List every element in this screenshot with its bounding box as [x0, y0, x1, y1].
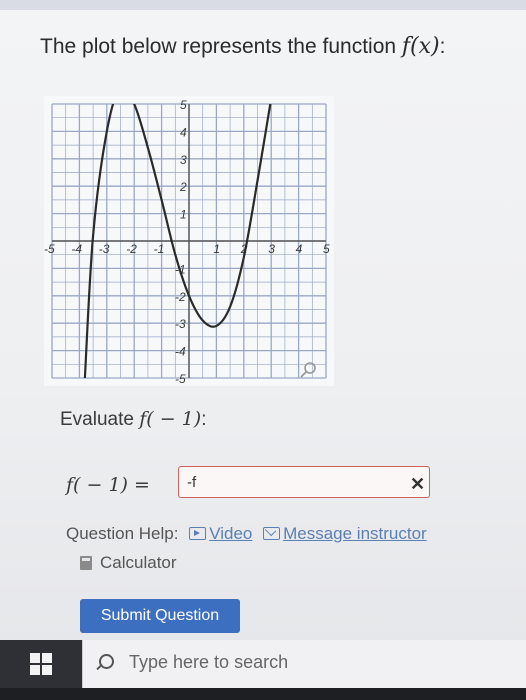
video-link[interactable]: Video — [209, 524, 252, 543]
function-plot: -5 -4 -3 -2 -1 1 2 3 4 5 5 4 3 2 1 -1 -2 -3 -4 -5 — [44, 96, 334, 386]
x-tick-label: -4 — [71, 242, 82, 256]
windows-taskbar: Type here to search — [0, 640, 526, 700]
help-label: Question Help: — [66, 524, 179, 543]
x-tick-label: -2 — [126, 242, 137, 256]
prompt-function: f(x) — [401, 34, 440, 59]
y-tick-label: 3 — [180, 153, 187, 167]
x-tick-label: 4 — [296, 242, 303, 256]
y-tick-label: -2 — [175, 290, 186, 304]
x-tick-label: -1 — [154, 242, 165, 256]
y-tick-label: 5 — [180, 98, 187, 112]
x-tick-label: 5 — [323, 242, 330, 256]
y-tick-label: 1 — [180, 208, 187, 222]
answer-input[interactable] — [178, 466, 430, 498]
search-icon — [99, 654, 114, 669]
evaluate-colon: : — [201, 409, 207, 430]
prompt-colon: : — [439, 35, 446, 58]
answer-expression: f( − 1) = — [66, 474, 150, 496]
y-tick-label: 4 — [180, 125, 187, 139]
taskbar-bottom-edge — [0, 688, 526, 700]
browser-content: The plot below represents the function f… — [0, 0, 526, 640]
submit-question-button[interactable]: Submit Question — [80, 599, 240, 633]
windows-logo-icon — [30, 653, 52, 675]
y-tick-label: 2 — [179, 180, 187, 194]
message-instructor-link[interactable]: Message instructor — [283, 524, 427, 543]
x-tick-label: -3 — [99, 242, 110, 256]
taskbar-search[interactable]: Type here to search — [82, 640, 526, 688]
calculator-label: Calculator — [100, 553, 177, 572]
question-help: Question Help: Video Message instructor — [66, 524, 427, 544]
start-button[interactable] — [0, 640, 82, 688]
top-strip — [0, 0, 526, 10]
plot-svg: -5 -4 -3 -2 -1 1 2 3 4 554321-1-2-3-4-5 — [44, 96, 334, 386]
x-tick-label: 1 — [213, 242, 220, 256]
question-prompt: The plot below represents the function f… — [40, 34, 510, 59]
answer-label: f( − 1) = — [66, 474, 150, 496]
y-tick-label: -4 — [175, 345, 186, 359]
x-tick-label: 3 — [268, 242, 275, 256]
evaluate-label: Evaluate — [60, 409, 140, 430]
search-placeholder: Type here to search — [129, 652, 289, 672]
clear-answer-icon[interactable]: ✕ — [410, 474, 425, 495]
x-tick-label: -5 — [44, 242, 55, 256]
evaluate-prompt: Evaluate f( − 1): — [60, 408, 206, 431]
calculator-link[interactable]: Calculator — [80, 553, 177, 573]
prompt-text: The plot below represents the function — [40, 35, 402, 58]
y-tick-label: -3 — [175, 317, 186, 331]
calculator-icon — [80, 556, 92, 570]
evaluate-expression: f( − 1) — [139, 408, 202, 430]
y-tick-label: -5 — [175, 372, 186, 386]
message-icon[interactable] — [263, 527, 281, 540]
video-icon[interactable] — [189, 527, 207, 540]
